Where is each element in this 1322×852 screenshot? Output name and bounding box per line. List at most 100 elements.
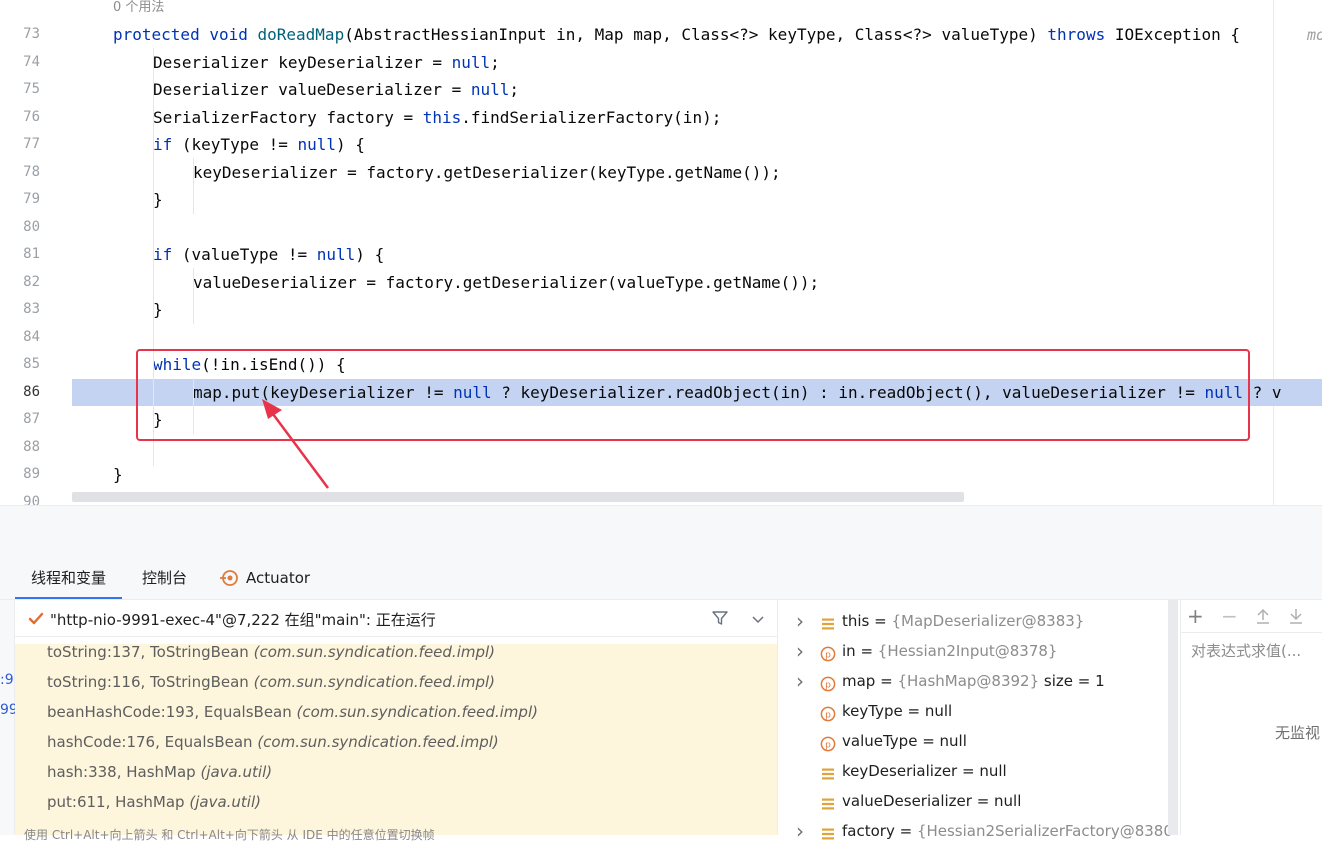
code-line[interactable]: }: [72, 296, 1322, 324]
code-text: }: [153, 406, 163, 434]
variable-row[interactable]: › p in = {Hessian2Input@8378}: [778, 636, 1168, 666]
code-editor[interactable]: 73 74 75 76 77 78 79 80 81 82 83 84 85 86 87 88 89 90 0 个…: [0, 0, 1322, 505]
method-token: doReadMap: [257, 25, 345, 44]
variable-eq: =: [902, 702, 925, 720]
code-area[interactable]: protected void doReadMap(AbstractHessian…: [72, 0, 1322, 505]
line-number[interactable]: 83: [0, 296, 40, 324]
variable-row[interactable]: › this = {MapDeserializer@8383}: [778, 606, 1168, 636]
code-line[interactable]: if (valueType != null) {: [72, 241, 1322, 269]
stack-frame[interactable]: beanHashCode:193, EqualsBean (com.sun.sy…: [47, 697, 538, 727]
variable-text: valueDeserializer = null: [842, 786, 1021, 816]
stack-frame[interactable]: toString:137, ToStringBean (com.sun.synd…: [47, 637, 495, 667]
variable-name: keyType: [842, 702, 903, 720]
line-number[interactable]: 81: [0, 241, 40, 269]
code-line[interactable]: Deserializer valueDeserializer = null;: [72, 76, 1322, 104]
horizontal-scrollbar[interactable]: [72, 492, 964, 502]
parameter-icon: p: [820, 732, 836, 752]
line-number[interactable]: 77: [0, 131, 40, 159]
filter-icon[interactable]: [711, 609, 729, 627]
code-line[interactable]: protected void doReadMap(AbstractHessian…: [72, 21, 1322, 49]
tab-console[interactable]: 控制台: [142, 553, 187, 599]
keyword-token: null: [316, 245, 356, 264]
frame-package: (java.util): [200, 763, 273, 781]
keyword-token: protected void: [113, 25, 258, 44]
code-line[interactable]: }: [72, 406, 1322, 434]
code-text: Deserializer keyDeserializer = null;: [153, 49, 500, 77]
code-line[interactable]: }: [72, 186, 1322, 214]
line-number[interactable]: 85: [0, 351, 40, 379]
line-number[interactable]: 87: [0, 406, 40, 434]
frame-method: toString:137, ToStringBean: [47, 643, 254, 661]
parameter-icon: p: [820, 642, 836, 662]
stack-frame[interactable]: hash:338, HashMap (java.util): [47, 757, 272, 787]
chevron-right-icon[interactable]: ›: [796, 636, 808, 666]
line-number[interactable]: 90: [0, 489, 40, 506]
watch-panel: + − 对表达式求值(... 无监视: [1180, 600, 1322, 835]
variable-row[interactable]: p keyType = null: [778, 696, 1168, 726]
line-number[interactable]: 82: [0, 269, 40, 297]
move-up-icon[interactable]: [1255, 607, 1271, 625]
thread-selector[interactable]: "http-nio-9991-exec-4"@7,222 在组"main": 正…: [15, 600, 777, 637]
code-text: valueDeserializer = factory.getDeseriali…: [193, 269, 819, 297]
panel-divider[interactable]: [0, 505, 1322, 554]
indent-guide: [193, 268, 194, 324]
keyword-token: throws: [1047, 25, 1106, 44]
variable-eq: =: [855, 642, 878, 660]
variable-row[interactable]: p valueType = null: [778, 726, 1168, 756]
code-text: }: [153, 296, 163, 324]
code-line[interactable]: Deserializer keyDeserializer = null;: [72, 49, 1322, 77]
code-token: (!in.isEnd()) {: [201, 355, 346, 374]
evaluate-expression-input[interactable]: 对表达式求值(...: [1191, 640, 1301, 661]
svg-text:p: p: [825, 741, 831, 751]
code-token: }: [153, 190, 163, 209]
tab-actuator[interactable]: Actuator: [220, 553, 310, 599]
line-number[interactable]: 78: [0, 159, 40, 187]
chevron-down-icon[interactable]: [751, 612, 765, 626]
variable-eq: =: [957, 762, 980, 780]
code-line[interactable]: valueDeserializer = factory.getDeseriali…: [72, 269, 1322, 297]
line-number[interactable]: 73: [0, 21, 40, 49]
variable-value: {MapDeserializer@8383}: [891, 612, 1085, 630]
code-line[interactable]: while(!in.isEnd()) {: [72, 351, 1322, 379]
chevron-right-icon[interactable]: ›: [796, 606, 808, 636]
chevron-right-icon[interactable]: ›: [796, 816, 808, 846]
line-number[interactable]: 84: [0, 324, 40, 352]
line-number[interactable]: 88: [0, 434, 40, 462]
line-number[interactable]: 74: [0, 49, 40, 77]
code-line[interactable]: [72, 324, 1322, 352]
code-text: if (keyType != null) {: [153, 131, 365, 159]
code-line[interactable]: keyDeserializer = factory.getDeserialize…: [72, 159, 1322, 187]
tab-actuator-label: Actuator: [246, 569, 311, 587]
variable-row[interactable]: keyDeserializer = null: [778, 756, 1168, 786]
stack-frame[interactable]: put:611, HashMap (java.util): [47, 787, 261, 817]
line-number[interactable]: 89: [0, 461, 40, 489]
left-edge-strip: :9 99: [0, 600, 18, 835]
code-line[interactable]: [72, 214, 1322, 242]
code-token: ;: [490, 52, 500, 72]
move-down-icon[interactable]: [1288, 607, 1304, 625]
variable-row[interactable]: › factory = {Hessian2SerializerFactory@83…: [778, 816, 1173, 846]
variable-value: null: [979, 762, 1007, 780]
variable-row[interactable]: valueDeserializer = null: [778, 786, 1168, 816]
inlay-hint-right: mo: [1307, 26, 1322, 44]
code-line[interactable]: [72, 434, 1322, 462]
line-number[interactable]: 86: [0, 379, 40, 407]
line-number[interactable]: 75: [0, 76, 40, 104]
code-line[interactable]: }: [72, 461, 1322, 489]
stack-frame[interactable]: toString:116, ToStringBean (com.sun.synd…: [47, 667, 495, 697]
code-line[interactable]: SerializerFactory factory = this.findSer…: [72, 104, 1322, 132]
tab-threads-variables[interactable]: 线程和变量: [14, 553, 123, 599]
chevron-right-icon[interactable]: ›: [796, 666, 808, 696]
line-number[interactable]: 80: [0, 214, 40, 242]
stack-frame[interactable]: hashCode:176, EqualsBean (com.sun.syndic…: [47, 727, 499, 757]
code-line-current[interactable]: map.put(keyDeserializer != null ? keyDes…: [72, 378, 1322, 406]
keyword-token: null: [451, 52, 491, 72]
add-icon[interactable]: +: [1187, 604, 1204, 628]
code-line[interactable]: if (keyType != null) {: [72, 131, 1322, 159]
variable-row[interactable]: › p map = {HashMap@8392} size = 1: [778, 666, 1168, 696]
line-number[interactable]: 76: [0, 104, 40, 132]
variables-scrollbar[interactable]: [1168, 600, 1178, 835]
frame-package: (com.sun.syndication.feed.impl): [253, 673, 496, 691]
line-number[interactable]: 79: [0, 186, 40, 214]
remove-icon[interactable]: −: [1221, 604, 1238, 628]
